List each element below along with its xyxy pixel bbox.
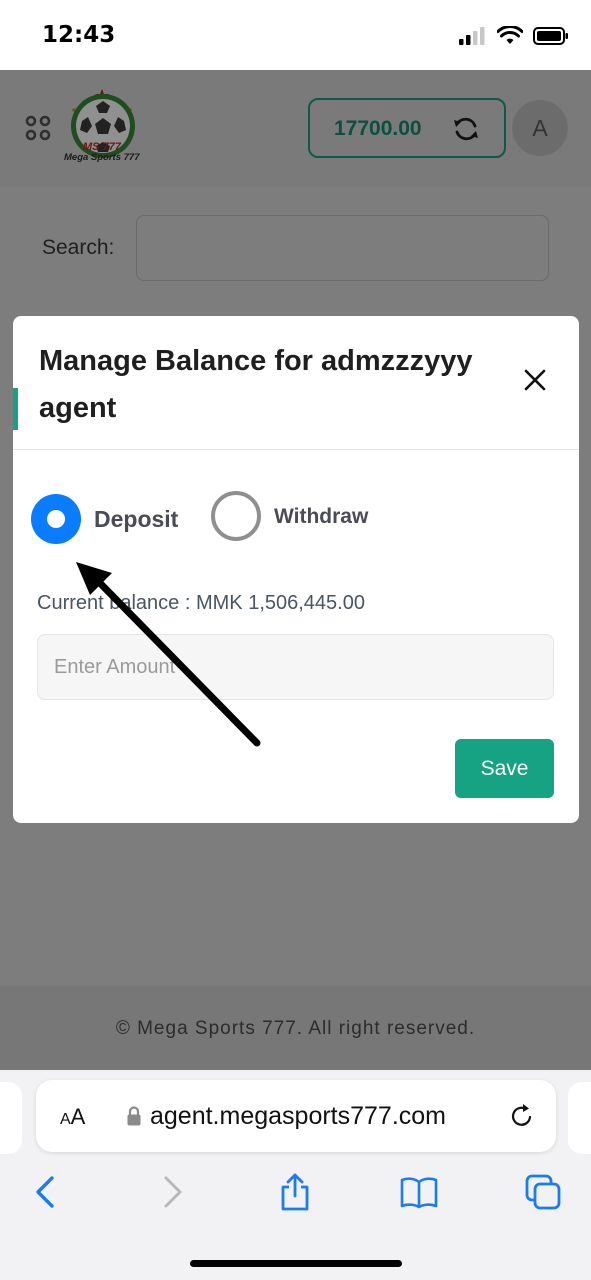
logo-subtitle: Mega Sports 777 [64, 152, 140, 163]
reader-settings-button[interactable]: AA [60, 1104, 85, 1130]
home-indicator[interactable] [190, 1260, 402, 1267]
deposit-label[interactable]: Deposit [94, 506, 178, 533]
balance-button[interactable]: 17700.00 [308, 98, 506, 158]
share-icon[interactable] [275, 1172, 315, 1212]
search-input[interactable] [136, 215, 549, 281]
refresh-icon[interactable] [452, 115, 480, 143]
footer: © Mega Sports 777. All right reserved. [0, 986, 591, 1070]
footer-copyright: © Mega Sports 777. All right reserved. [115, 1018, 476, 1039]
withdraw-label[interactable]: Withdraw [274, 505, 368, 529]
forward-icon[interactable] [152, 1172, 192, 1212]
status-bar: 12:43 [0, 0, 591, 70]
battery-icon [533, 27, 568, 45]
cellular-signal-icon [459, 27, 485, 45]
balance-value: 17700.00 [334, 117, 422, 140]
url-text[interactable]: agent.megasports777.com [150, 1102, 446, 1131]
modal-divider [13, 449, 579, 450]
current-balance-text: Current balance : MMK 1,506,445.00 [37, 592, 365, 614]
aa-large-letter: A [70, 1104, 86, 1129]
amount-input[interactable] [37, 634, 554, 700]
address-bar[interactable]: AA agent.megasports777.com [36, 1080, 556, 1152]
avatar[interactable]: A [512, 100, 568, 156]
save-button[interactable]: Save [455, 739, 554, 798]
wifi-icon [497, 26, 523, 44]
withdraw-radio[interactable] [211, 491, 261, 541]
next-tab-preview[interactable] [568, 1082, 591, 1154]
manage-balance-modal: Manage Balance for admzzzyyy agent Depos… [13, 316, 579, 823]
status-icons [459, 24, 569, 48]
deposit-radio[interactable] [31, 494, 81, 544]
search-label: Search: [42, 236, 115, 259]
back-icon[interactable] [26, 1172, 66, 1212]
bookmarks-icon[interactable] [399, 1172, 439, 1212]
previous-tab-preview[interactable] [0, 1082, 22, 1154]
top-navbar: MS 777 Mega Sports 777 17700.00 A [0, 70, 591, 186]
close-icon[interactable] [521, 366, 549, 394]
tabs-icon[interactable] [523, 1172, 563, 1212]
modal-title: Manage Balance for admzzzyyy agent [39, 345, 473, 424]
aa-small-letter: A [60, 1111, 71, 1128]
modal-accent-bar [13, 388, 18, 430]
app-grid-icon[interactable] [24, 114, 52, 142]
status-time: 12:43 [42, 22, 116, 48]
reload-icon[interactable] [508, 1102, 536, 1130]
browser-toolbar: AA agent.megasports777.com [0, 1070, 591, 1280]
logo[interactable]: MS 777 Mega Sports 777 [62, 88, 148, 170]
lock-icon [127, 1106, 141, 1126]
